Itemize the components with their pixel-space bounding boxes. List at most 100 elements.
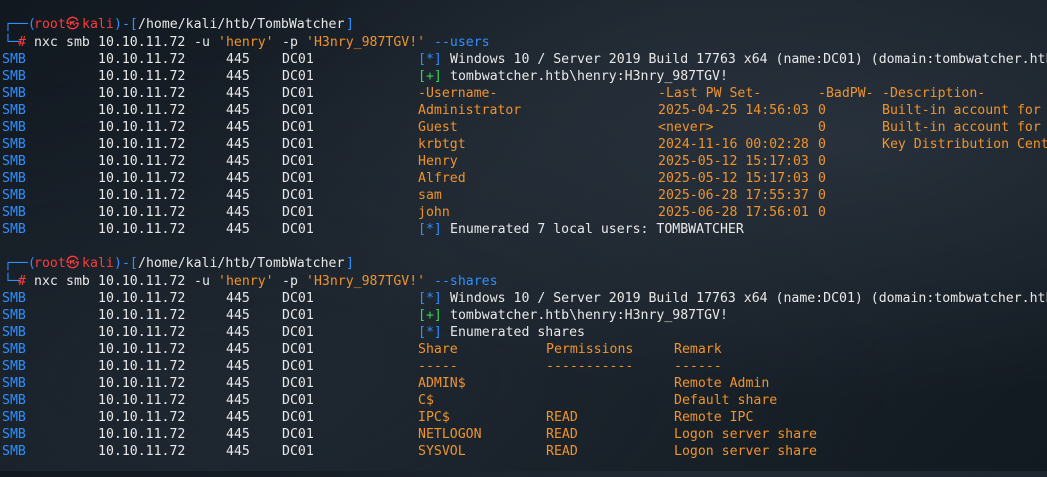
row-port: 445 — [226, 444, 250, 459]
row-port: 445 — [226, 205, 250, 220]
cell-last-pw-set: 2025-04-25 14:56:03 — [658, 103, 809, 118]
cell-permissions: Permissions — [546, 342, 634, 357]
row-host: DC01 — [282, 103, 314, 118]
row-port: 445 — [226, 120, 250, 135]
row-message: Windows 10 / Server 2019 Build 17763 x64… — [450, 291, 1047, 306]
skull-icon: ㉿ — [66, 256, 80, 271]
cmd-bin: nxc — [34, 35, 58, 50]
cell-badpw: 0 — [818, 205, 826, 220]
row-ip: 10.10.11.72 — [98, 410, 186, 425]
cell-share: C$ — [418, 393, 434, 408]
cell-username: Alfred — [418, 171, 466, 186]
row-port: 445 — [226, 86, 250, 101]
cell-username: Guest — [418, 120, 458, 135]
row-message: Enumerated 7 local users: TOMBWATCHER — [450, 222, 744, 237]
prompt-host: kali — [82, 17, 114, 32]
prompt-frame-end: ] — [346, 17, 354, 32]
cell-permissions: READ — [546, 410, 578, 425]
cmd-flag-p: -p — [282, 274, 298, 289]
terminal-window[interactable]: ┌──( root ㉿ kali )-[ /home/kali/htb/Tomb… — [0, 0, 1047, 471]
cell-description: -Description- — [882, 86, 986, 101]
row-ip: 10.10.11.72 — [98, 291, 186, 306]
cell-remark: Default share — [674, 393, 778, 408]
row-protocol: SMB — [2, 86, 26, 101]
row-ip: 10.10.11.72 — [98, 188, 186, 203]
row-host: DC01 — [282, 188, 314, 203]
row-port: 445 — [226, 410, 250, 425]
row-protocol: SMB — [2, 120, 26, 135]
cell-share: IPC$ — [418, 410, 450, 425]
row-ip: 10.10.11.72 — [98, 69, 186, 84]
info-marker: [*] — [418, 325, 442, 340]
row-protocol: SMB — [2, 222, 26, 237]
row-host: DC01 — [282, 171, 314, 186]
cell-last-pw-set: 2025-06-28 17:55:37 — [658, 188, 809, 203]
cell-username: -Username- — [418, 86, 498, 101]
cmd-proto: smb — [66, 35, 90, 50]
row-ip: 10.10.11.72 — [98, 393, 186, 408]
row-port: 445 — [226, 137, 250, 152]
row-host: DC01 — [282, 342, 314, 357]
row-port: 445 — [226, 222, 250, 237]
cell-last-pw-set: -Last PW Set- — [658, 86, 762, 101]
cell-share: NETLOGON — [418, 427, 482, 442]
info-marker: [*] — [418, 291, 442, 306]
prompt-user: root — [34, 17, 66, 32]
command-line-2[interactable]: └─ # nxc smb 10.10.11.72 -u 'henry' -p '… — [0, 273, 498, 290]
cell-permissions: READ — [546, 427, 578, 442]
row-ip: 10.10.11.72 — [98, 359, 186, 374]
prompt-header-2: ┌──( root ㉿ kali )-[ /home/kali/htb/Tomb… — [0, 255, 354, 272]
row-protocol: SMB — [2, 444, 26, 459]
row-ip: 10.10.11.72 — [98, 171, 186, 186]
cell-description: Built-in account for — [882, 103, 1041, 118]
row-protocol: SMB — [2, 376, 26, 391]
row-protocol: SMB — [2, 69, 26, 84]
cell-remark: Remote IPC — [674, 410, 754, 425]
row-host: DC01 — [282, 69, 314, 84]
cell-description: Key Distribution Cent — [882, 137, 1047, 152]
cmd-flag-u: -u — [194, 35, 210, 50]
row-port: 445 — [226, 308, 250, 323]
cell-share: ADMIN$ — [418, 376, 466, 391]
cell-username: sam — [418, 188, 442, 203]
row-port: 445 — [226, 359, 250, 374]
prompt-hash: # — [18, 35, 26, 50]
success-marker: [+] — [418, 308, 442, 323]
row-ip: 10.10.11.72 — [98, 52, 186, 67]
cell-badpw: 0 — [818, 137, 826, 152]
prompt-frame-mid: )-[ — [114, 256, 138, 271]
prompt-frame-mid: )-[ — [114, 17, 138, 32]
row-message: tombwatcher.htb\henry:H3nry_987TGV! — [450, 69, 728, 84]
prompt-header-1: ┌──( root ㉿ kali )-[ /home/kali/htb/Tomb… — [0, 16, 354, 33]
cmd-option: --users — [434, 35, 490, 50]
cell-remark: Logon server share — [674, 427, 817, 442]
cell-remark: ------ — [674, 359, 722, 374]
row-host: DC01 — [282, 137, 314, 152]
row-host: DC01 — [282, 154, 314, 169]
cell-description: Built-in account for — [882, 120, 1041, 135]
row-message: tombwatcher.htb\henry:H3nry_987TGV! — [450, 308, 728, 323]
command-line-1[interactable]: └─ # nxc smb 10.10.11.72 -u 'henry' -p '… — [0, 34, 490, 51]
cell-badpw: -BadPW- — [818, 86, 874, 101]
row-port: 445 — [226, 52, 250, 67]
cmd-target: 10.10.11.72 — [98, 35, 186, 50]
cell-permissions: ----------- — [546, 359, 634, 374]
row-protocol: SMB — [2, 359, 26, 374]
row-ip: 10.10.11.72 — [98, 376, 186, 391]
row-host: DC01 — [282, 410, 314, 425]
cell-last-pw-set: <never> — [658, 120, 714, 135]
row-host: DC01 — [282, 120, 314, 135]
prompt-frame-top: ┌──( — [4, 256, 36, 271]
row-ip: 10.10.11.72 — [98, 86, 186, 101]
row-ip: 10.10.11.72 — [98, 154, 186, 169]
row-host: DC01 — [282, 444, 314, 459]
row-port: 445 — [226, 291, 250, 306]
row-ip: 10.10.11.72 — [98, 342, 186, 357]
row-ip: 10.10.11.72 — [98, 103, 186, 118]
cell-badpw: 0 — [818, 120, 826, 135]
cell-last-pw-set: 2025-05-12 15:17:03 — [658, 154, 809, 169]
row-port: 445 — [226, 171, 250, 186]
row-protocol: SMB — [2, 103, 26, 118]
row-protocol: SMB — [2, 171, 26, 186]
cmd-target: 10.10.11.72 — [98, 274, 186, 289]
